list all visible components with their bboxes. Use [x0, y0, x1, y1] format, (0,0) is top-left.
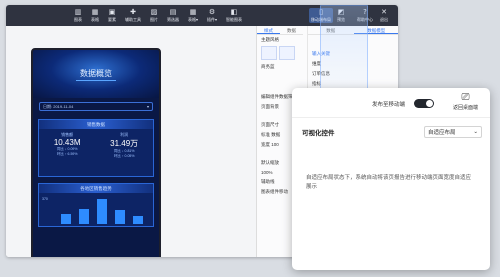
stat-value: 31.49万	[110, 139, 139, 148]
tab-style[interactable]: 样式	[257, 26, 280, 34]
toolbar-item[interactable]: ▥ 图表	[74, 8, 82, 23]
toolbar-item[interactable]: ▨ 图片	[150, 8, 158, 23]
toolbar-item-label: 筛选器	[167, 17, 179, 22]
toolbar-item[interactable]: ◧ 智能图表	[226, 8, 242, 23]
toolbar-item-label: 图表	[74, 17, 82, 22]
axis-label: 370	[42, 197, 48, 201]
chevron-down-icon: ⌄	[473, 129, 478, 135]
toolbar-item[interactable]: ⚙ 插件▾	[207, 8, 217, 23]
design-canvas: 数据概览 日期: 2019-11-04 ▾ 销售数据 销售额 10.43M 同比…	[6, 26, 256, 257]
tab-data[interactable]: 数据	[280, 26, 303, 34]
smart-chart-icon: ◧	[230, 8, 238, 16]
table-dropdown-icon: ▦	[189, 8, 197, 16]
trend-bar	[97, 198, 107, 224]
filter-icon: ▤	[169, 8, 177, 16]
phone-header: 数据概览	[33, 50, 159, 98]
plugin-icon: ⚙	[208, 8, 216, 16]
toolbar-item-label: 插件▾	[207, 17, 218, 22]
return-desktop-button[interactable]: ⎚ 返回桌面端	[453, 92, 478, 111]
sales-card: 销售数据 销售额 10.43M 同比 ↓ 0.09% 环比 ↑ 6.59% 利润…	[38, 119, 154, 177]
publish-mobile-label: 发布至移动端	[372, 102, 406, 108]
toolbar-item-label: 表格	[91, 17, 99, 22]
layout-select[interactable]: 自适应布局 ⌄	[424, 126, 482, 138]
toolbar-item-label: 表格▾	[188, 17, 199, 22]
toolbar-item-label: 辅助工具	[125, 17, 141, 22]
tools-icon: ✚	[130, 8, 136, 16]
toolbar-item[interactable]: ▦ 表格	[91, 8, 99, 23]
toggle-knob	[426, 100, 433, 107]
toolbar-item[interactable]: ▦ 表格▾	[188, 8, 198, 23]
region-trend-card: 各地区销售趋势 370	[38, 183, 154, 227]
mobile-layout-popup: 发布至移动端 ⎚ 返回桌面端 可视化控件 自适应布局 ⌄ 自适应布局状态下，系统…	[292, 88, 490, 270]
theme-option[interactable]	[261, 46, 277, 60]
trend-bar	[133, 215, 143, 224]
trend-card-title: 各地区销售趋势	[39, 184, 153, 193]
stat-sales: 销售额 10.43M 同比 ↓ 0.09% 环比 ↑ 6.59%	[54, 132, 81, 159]
toolbar-item-label: 退出	[380, 17, 388, 22]
section-title: 可视化控件	[302, 130, 335, 137]
mobile-preview: 数据概览 日期: 2019-11-04 ▾ 销售数据 销售额 10.43M 同比…	[31, 48, 161, 257]
toolbar-right-item[interactable]: ✕ 退出	[380, 8, 388, 23]
stat-value: 10.43M	[53, 138, 81, 147]
date-picker[interactable]: 日期: 2019-11-04 ▾	[39, 102, 153, 111]
element-icon: ▣	[108, 8, 116, 16]
toolbar-item-label: 图片	[150, 17, 158, 22]
chart-icon: ▥	[74, 8, 82, 16]
theme-name: 商务蓝	[261, 64, 275, 69]
toolbar-item[interactable]: ▤ 筛选器	[167, 8, 179, 23]
return-desktop-label: 返回桌面端	[452, 105, 478, 111]
stat-mom: 环比 ↑ 6.59%	[56, 152, 78, 156]
zoom-highlight	[320, 5, 368, 89]
trend-bar	[61, 214, 71, 224]
phone-title: 数据概览	[76, 68, 116, 81]
table-icon: ▦	[91, 8, 99, 16]
trend-bar	[115, 210, 125, 224]
theme-section-label: 主题风格	[261, 37, 279, 42]
trend-bar	[79, 208, 89, 224]
toolbar-item[interactable]: ✚ 辅助工具	[125, 8, 141, 23]
theme-option[interactable]	[279, 46, 295, 60]
publish-mobile-toggle[interactable]	[414, 99, 434, 108]
toolbar-item-label: 智能图表	[226, 17, 243, 22]
desktop-icon: ⎚	[461, 92, 470, 103]
layout-description: 自适应布局状态下，系统自动将该页报告进行移动端页面宽度自适应展示	[306, 175, 472, 190]
sales-card-title: 销售数据	[39, 120, 153, 129]
exit-icon: ✕	[381, 8, 387, 16]
image-icon: ▨	[150, 8, 158, 16]
toolbar-item[interactable]: ▣ 要素	[108, 8, 116, 23]
stat-mom: 环比 ↑ 0.05%	[113, 154, 135, 158]
chevron-down-icon: ▾	[146, 104, 149, 109]
toolbar-item-label: 要素	[108, 17, 116, 22]
layout-select-value: 自适应布局	[428, 130, 456, 136]
date-text: 日期: 2019-11-04	[43, 104, 74, 109]
stat-profit: 利润 31.49万 同比 ↓ 0.81% 环比 ↑ 0.05%	[110, 132, 138, 159]
